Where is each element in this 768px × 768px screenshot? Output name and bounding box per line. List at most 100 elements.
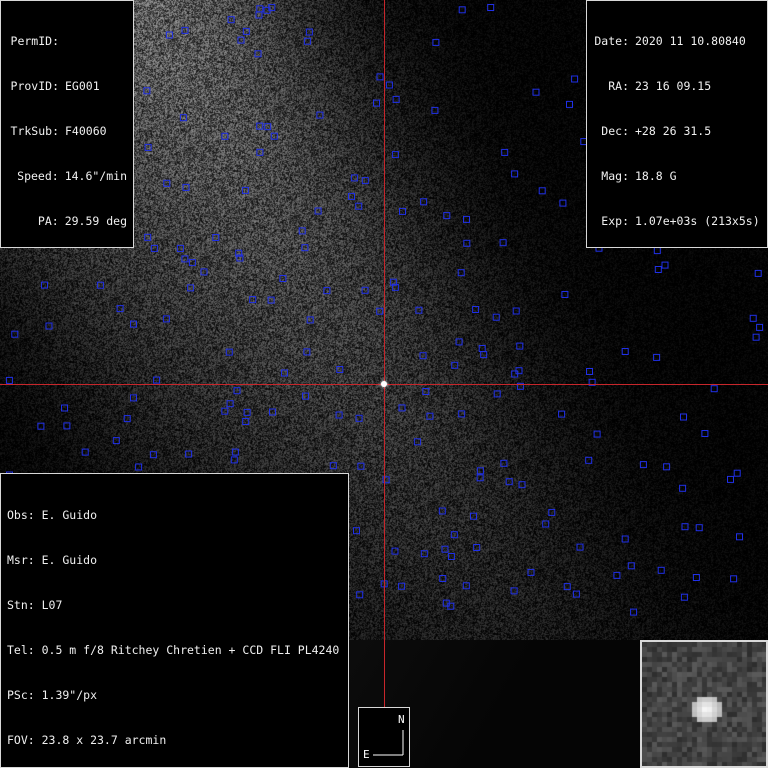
catalog-star-marker [548, 508, 556, 516]
catalog-star-marker [458, 6, 466, 14]
catalog-star-marker [500, 459, 508, 467]
catalog-star-marker [752, 333, 760, 341]
catalog-star-marker [11, 330, 19, 338]
catalog-star-marker [559, 199, 567, 207]
catalog-star-marker [391, 151, 399, 159]
compass-east-label: E [363, 748, 370, 761]
catalog-star-marker [420, 198, 428, 206]
catalog-star-marker [441, 545, 449, 553]
catalog-star-marker [516, 342, 524, 350]
catalog-star-marker [242, 418, 250, 425]
catalog-star-marker [144, 233, 152, 241]
catalog-star-marker [627, 562, 635, 570]
catalog-star-marker [221, 407, 229, 415]
catalog-star-marker [492, 313, 500, 321]
catalog-star-marker [431, 106, 439, 114]
catalog-star-marker [81, 448, 89, 456]
catalog-star-marker [227, 16, 235, 24]
catalog-star-marker [243, 408, 251, 416]
catalog-star-marker [710, 385, 718, 393]
catalog-star-marker [45, 322, 53, 330]
catalog-star-marker [733, 469, 741, 477]
catalog-star-marker [501, 148, 509, 156]
catalog-star-marker [462, 582, 470, 590]
catalog-star-marker [756, 323, 764, 331]
catalog-star-marker [487, 4, 495, 11]
catalog-star-marker [130, 320, 137, 328]
catalog-star-marker [221, 132, 229, 140]
catalog-star-marker [476, 474, 484, 482]
catalog-star-marker [510, 587, 518, 595]
catalog-star-marker [463, 215, 470, 223]
catalog-star-marker [143, 87, 151, 95]
trksub-value: F40060 [65, 124, 107, 138]
catalog-star-marker [41, 281, 48, 289]
catalog-star-marker [736, 533, 743, 541]
target-zoom-thumbnail [640, 640, 768, 768]
dec-label: Dec: [601, 124, 629, 138]
catalog-star-marker [301, 244, 309, 252]
catalog-star-marker [571, 75, 579, 83]
catalog-star-marker [727, 475, 734, 483]
catalog-star-marker [663, 463, 671, 471]
catalog-star-marker [613, 571, 621, 579]
catalog-star-marker [63, 422, 71, 430]
catalog-star-marker [112, 437, 120, 445]
mag-label: Mag: [601, 169, 629, 183]
catalog-star-marker [306, 316, 314, 324]
catalog-star-marker [470, 512, 477, 520]
catalog-star-marker [212, 234, 220, 241]
catalog-star-marker [392, 95, 400, 103]
catalog-star-marker [399, 207, 406, 215]
catalog-star-marker [281, 369, 288, 377]
exp-value: 1.07e+03s (213x5s) [635, 214, 760, 228]
date-value: 2020 11 10.80840 [635, 34, 746, 48]
catalog-star-marker [692, 574, 700, 581]
catalog-star-marker [96, 281, 104, 289]
catalog-star-marker [438, 507, 446, 515]
catalog-star-marker [563, 583, 571, 591]
prov-id-label: ProvID: [10, 79, 59, 93]
catalog-star-marker [302, 392, 309, 400]
catalog-star-marker [355, 202, 363, 210]
prov-id-value: EG001 [65, 79, 100, 93]
catalog-star-marker [350, 174, 358, 182]
catalog-star-marker [420, 550, 428, 558]
catalog-star-marker [116, 305, 124, 313]
catalog-star-marker [163, 179, 171, 187]
catalog-star-marker [336, 366, 344, 373]
catalog-star-marker [463, 239, 471, 247]
target-object [381, 381, 387, 387]
catalog-star-marker [187, 284, 195, 292]
catalog-star-marker [329, 462, 337, 470]
catalog-star-marker [357, 462, 365, 470]
catalog-star-marker [241, 186, 249, 194]
catalog-star-marker [150, 244, 158, 252]
ra-label: RA: [608, 79, 629, 93]
catalog-star-marker [200, 268, 208, 276]
measurer-line: Msr: E. Guido [7, 553, 98, 567]
catalog-star-marker [256, 148, 264, 156]
catalog-star-marker [653, 247, 661, 255]
catalog-star-marker [385, 81, 393, 89]
catalog-star-marker [679, 484, 687, 492]
catalog-star-marker [188, 259, 196, 267]
catalog-star-marker [593, 430, 601, 438]
observation-info-panel: Date: 2020 11 10.80840 RA: 23 16 09.15 Dec… [586, 0, 768, 248]
compass-rose: N E [358, 707, 410, 767]
catalog-star-marker [37, 422, 45, 430]
catalog-star-marker [181, 255, 189, 263]
catalog-star-marker [376, 73, 384, 81]
exp-label: Exp: [601, 214, 629, 228]
catalog-star-marker [226, 400, 234, 408]
catalog-star-marker [165, 31, 173, 39]
catalog-star-marker [179, 114, 187, 122]
catalog-star-marker [249, 296, 257, 304]
catalog-star-marker [391, 547, 399, 555]
catalog-star-marker [305, 28, 313, 36]
catalog-star-marker [361, 177, 369, 185]
catalog-star-marker [681, 523, 689, 531]
catalog-star-marker [451, 361, 459, 369]
catalog-star-marker [572, 590, 580, 598]
pa-value: 29.59 deg [64, 214, 127, 228]
